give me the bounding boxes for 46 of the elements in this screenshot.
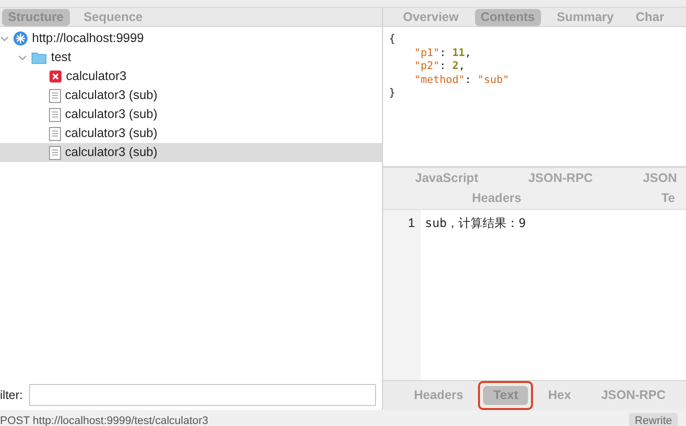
document-icon xyxy=(49,126,61,140)
tree-label: calculator3 (sub) xyxy=(65,87,158,104)
tab[interactable]: JavaScript xyxy=(415,168,478,188)
tab[interactable]: JSON-RPC xyxy=(591,386,676,405)
chevron-down-icon xyxy=(18,53,27,62)
tab[interactable]: JSON-RPC xyxy=(528,168,593,188)
tab[interactable]: Char xyxy=(630,8,670,26)
document-icon xyxy=(49,146,61,160)
code-line: } xyxy=(389,87,396,100)
tree-label: http://localhost:9999 xyxy=(32,30,144,48)
tab[interactable]: Headers xyxy=(404,386,474,405)
tab[interactable]: Summary xyxy=(550,8,620,26)
line-number: 1 xyxy=(407,215,415,232)
filter-label: ilter: xyxy=(0,387,23,404)
tree-item[interactable]: calculator3 (sub) xyxy=(0,124,382,143)
tree-item[interactable]: test xyxy=(0,48,382,67)
tree-label: calculator3 xyxy=(66,68,126,86)
code-line: "p2": 2, xyxy=(413,60,466,74)
tree-item[interactable]: calculator3 xyxy=(0,67,382,86)
globe-icon xyxy=(13,31,28,46)
tab[interactable]: Sequence xyxy=(78,8,149,26)
document-icon xyxy=(49,108,61,122)
code-line: "method": "sub" xyxy=(413,74,510,87)
code-line: "p1": 11, xyxy=(413,46,472,60)
tree-label: calculator3 (sub) xyxy=(65,125,158,142)
tab[interactable]: JSON xyxy=(642,168,677,188)
response-text: sub，计算结果：9 xyxy=(425,215,526,232)
chevron-down-icon xyxy=(0,34,9,43)
error-icon xyxy=(49,70,62,83)
tree-item[interactable]: calculator3 (sub) xyxy=(0,86,382,105)
tree-label: calculator3 (sub) xyxy=(65,106,158,124)
tree-item[interactable]: calculator3 (sub) xyxy=(0,105,382,124)
tab[interactable]: Overview xyxy=(397,8,465,26)
status-text: POST http://localhost:9999/test/calculator3 xyxy=(0,414,208,426)
tree-item[interactable]: http://localhost:9999 xyxy=(0,29,382,48)
rewrite-button[interactable]: Rewrite xyxy=(628,412,678,426)
filter-field[interactable] xyxy=(28,384,376,406)
folder-icon xyxy=(31,51,47,64)
code-line: { xyxy=(389,33,396,46)
document-icon xyxy=(49,88,61,102)
tab[interactable]: Te xyxy=(661,188,676,208)
tab[interactable]: Hex xyxy=(538,386,582,405)
tree-label: test xyxy=(51,49,72,66)
tab[interactable]: Headers xyxy=(472,188,522,208)
tree-item[interactable]: calculator3 (sub) xyxy=(0,143,382,162)
tree-label: calculator3 (sub) xyxy=(65,144,158,162)
